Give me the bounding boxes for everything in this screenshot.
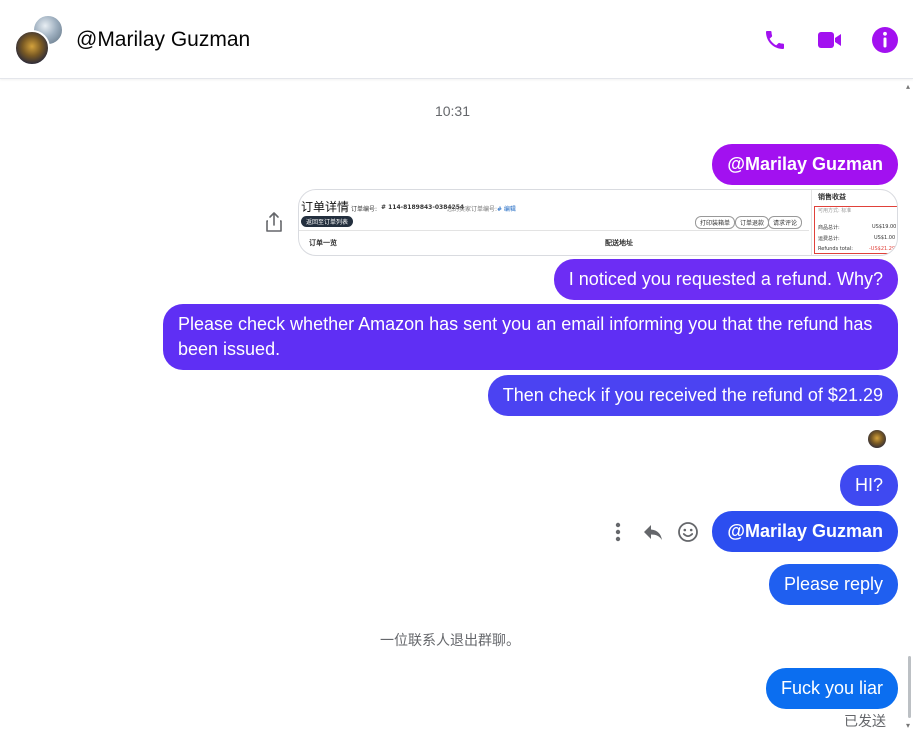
more-options-icon[interactable] xyxy=(604,518,632,546)
revenue-panel: 销售收益 可用方式: 标准 商品总计: US$19.00 运费总计: US$1.… xyxy=(811,190,897,255)
info-icon[interactable] xyxy=(867,22,903,58)
reply-icon[interactable] xyxy=(639,518,667,546)
scroll-thumb[interactable] xyxy=(908,656,911,718)
outgoing-message[interactable]: Please check whether Amazon has sent you… xyxy=(163,304,898,370)
read-receipt-avatar xyxy=(868,430,886,448)
avatar xyxy=(14,30,50,66)
refund-button: 订单退款 xyxy=(735,216,770,229)
outgoing-message[interactable]: @Marilay Guzman xyxy=(712,144,898,185)
shipping-total-label: 运费总计: xyxy=(818,236,840,242)
review-button: 请求评论 xyxy=(768,216,803,229)
shipping-total-value: US$1.00 xyxy=(874,235,896,241)
message-timestamp: 10:31 xyxy=(434,103,471,119)
revenue-subtitle: 可用方式: 标准 xyxy=(818,208,852,214)
print-button: 打印装箱单 xyxy=(695,216,736,229)
message-actions xyxy=(606,518,702,546)
items-total-label: 商品总计: xyxy=(818,225,840,231)
items-total-value: US$19.00 xyxy=(872,224,897,230)
outgoing-message[interactable]: HI? xyxy=(839,465,898,506)
edit-link: # 编辑 xyxy=(497,206,516,213)
video-icon[interactable] xyxy=(812,22,848,58)
revenue-title: 销售收益 xyxy=(818,193,846,201)
refunds-total-value: -US$21.29 xyxy=(869,246,896,252)
seller-order-label: 您的卖家订单编号: xyxy=(447,206,498,213)
conversation-title[interactable]: @Marilay Guzman xyxy=(76,28,250,52)
message-list[interactable]: 10:31 @Marilay Guzman 订单详情 订单编号: # 114-8… xyxy=(0,80,913,739)
image-attachment[interactable]: 订单详情 订单编号: # 114-8189843-0384254 您的卖家订单编… xyxy=(298,189,898,256)
share-icon[interactable] xyxy=(264,211,284,233)
system-message: 一位联系人退出群聊。 xyxy=(380,632,520,648)
emoji-reaction-icon[interactable] xyxy=(674,518,702,546)
scroll-down-arrow[interactable]: ▾ xyxy=(906,722,910,730)
outgoing-message[interactable]: Then check if you received the refund of… xyxy=(487,375,898,416)
outgoing-message[interactable]: I noticed you requested a refund. Why? xyxy=(553,259,898,300)
outgoing-message[interactable]: Fuck you liar xyxy=(765,668,898,709)
outgoing-message[interactable]: @Marilay Guzman xyxy=(712,511,898,552)
group-avatar[interactable] xyxy=(14,14,68,66)
phone-icon[interactable] xyxy=(757,22,793,58)
divider xyxy=(299,230,809,231)
outgoing-message[interactable]: Please reply xyxy=(768,564,898,605)
refunds-total-label: Refunds total: xyxy=(818,246,853,252)
chat-header: @Marilay Guzman xyxy=(0,0,913,79)
scroll-up-arrow[interactable]: ▴ xyxy=(906,83,910,91)
back-to-orders-button: 返回至订单列表 xyxy=(301,216,354,227)
sent-status: 已发送 xyxy=(844,713,886,729)
order-summary-heading: 订单一览 xyxy=(309,239,337,247)
order-number-label: 订单编号: xyxy=(351,206,378,213)
shipping-address-heading: 配送地址 xyxy=(605,239,633,247)
scrollbar[interactable]: ▴ ▾ xyxy=(905,80,913,739)
order-detail-title: 订单详情 xyxy=(301,200,350,214)
